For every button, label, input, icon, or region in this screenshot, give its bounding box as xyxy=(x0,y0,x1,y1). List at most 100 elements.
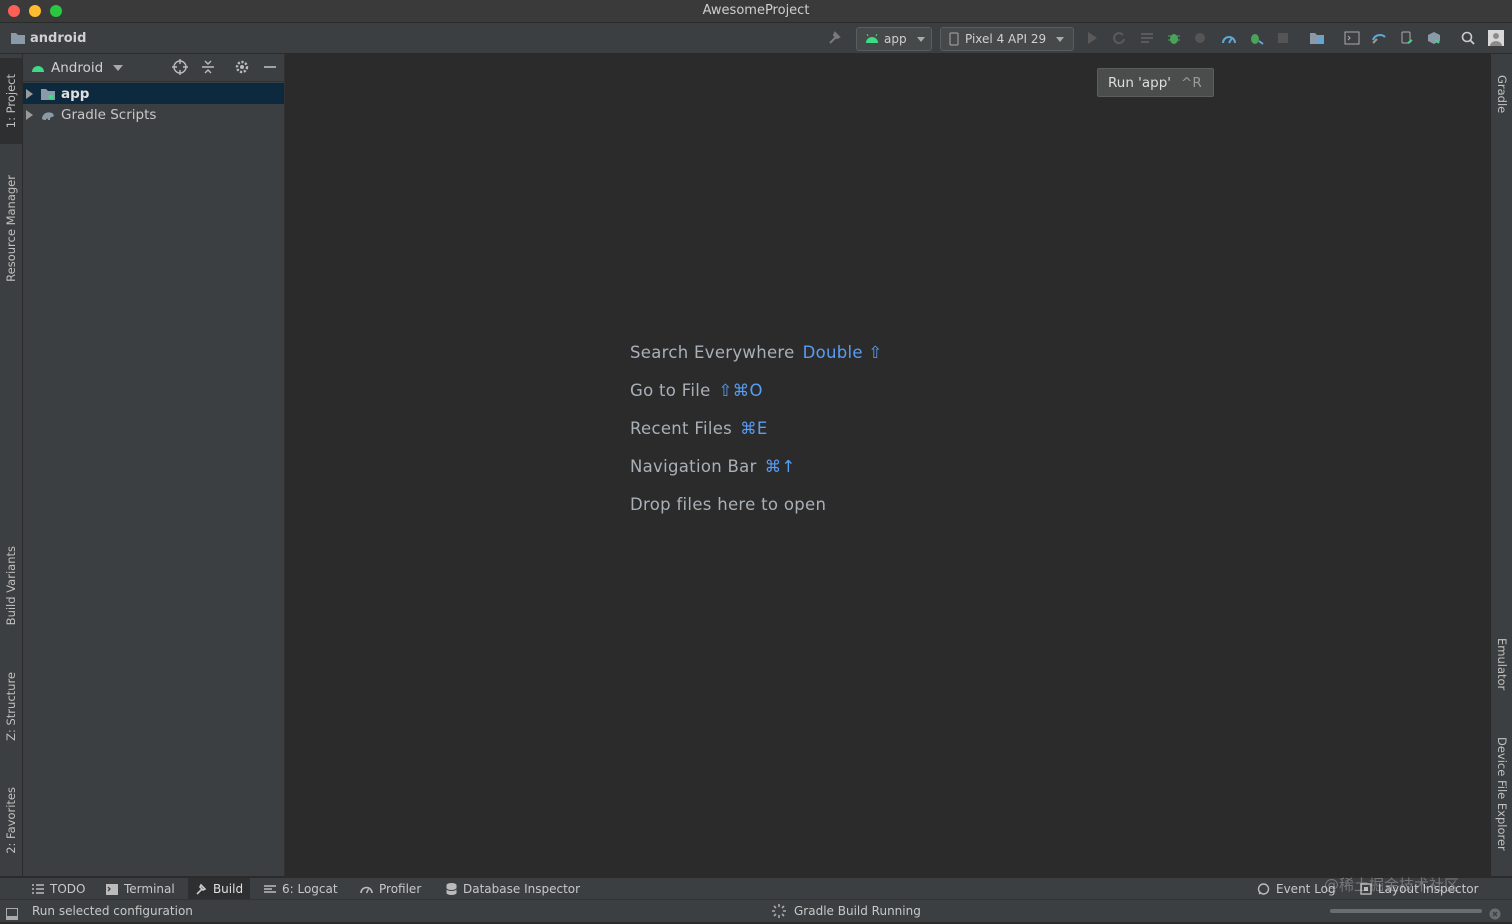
tab-logcat-label: 6: Logcat xyxy=(282,882,338,896)
gear-icon[interactable] xyxy=(234,59,250,79)
tree-item-label: app xyxy=(61,85,90,102)
hide-panel-icon[interactable] xyxy=(262,59,278,79)
hammer-icon[interactable] xyxy=(826,30,844,46)
hint-text: Recent Files xyxy=(630,419,733,438)
project-panel-header: Android xyxy=(23,54,284,82)
list-icon xyxy=(32,884,44,894)
hint-text: Search Everywhere xyxy=(630,343,795,362)
spinner-icon xyxy=(772,904,786,918)
tab-database-inspector-label: Database Inspector xyxy=(463,882,581,896)
tab-device-file-explorer[interactable]: Device File Explorer xyxy=(1491,724,1512,864)
gauge-icon xyxy=(360,886,373,894)
user-avatar-icon[interactable] xyxy=(1487,30,1505,46)
cancel-process-icon[interactable] xyxy=(1489,905,1501,924)
sdk-manager-icon[interactable] xyxy=(1425,30,1443,46)
expand-arrow-icon[interactable] xyxy=(26,88,33,99)
tab-build[interactable]: Build xyxy=(188,878,250,900)
tab-emulator-label: Emulator xyxy=(1495,637,1509,691)
hint-shortcut: ⌘E xyxy=(740,419,768,438)
locate-file-icon[interactable] xyxy=(172,59,188,79)
attach-debugger-icon[interactable] xyxy=(1247,30,1265,46)
run-config-dropdown[interactable]: app xyxy=(856,27,932,51)
hint-shortcut: ⇧⌘O xyxy=(718,381,763,400)
search-icon[interactable] xyxy=(1459,30,1477,46)
toggle-tool-windows-icon[interactable] xyxy=(6,905,18,924)
sync-gradle-icon[interactable] xyxy=(1370,30,1388,46)
chevron-down-icon xyxy=(113,64,124,71)
hammer-icon xyxy=(196,883,207,895)
folder-icon xyxy=(11,33,25,44)
tab-profiler-label: Profiler xyxy=(379,882,422,896)
run-icon[interactable] xyxy=(1083,30,1101,46)
tab-device-file-explorer-label: Device File Explorer xyxy=(1495,737,1509,851)
database-icon xyxy=(446,883,457,895)
terminal-window-icon[interactable] xyxy=(1343,30,1361,46)
watermark: @稀土掘金技术社区 xyxy=(1324,876,1460,894)
tab-build-variants-label: Build Variants xyxy=(4,546,18,626)
tooltip-label: Run 'app' xyxy=(1108,74,1172,91)
hint-shortcut: ⌘↑ xyxy=(764,457,796,476)
hint-navigation-bar: Navigation Bar ⌘↑ xyxy=(630,457,796,476)
tree-item-label: Gradle Scripts xyxy=(61,106,157,123)
hint-text: Navigation Bar xyxy=(630,457,757,476)
tab-favorites-label: 2: Favorites xyxy=(4,786,18,854)
profile-icon[interactable] xyxy=(1220,30,1238,46)
gradle-icon xyxy=(42,111,54,120)
bottom-tool-bar: TODO Terminal Build 6: Logcat Profiler D… xyxy=(0,877,1512,900)
device-label: Pixel 4 API 29 xyxy=(965,32,1047,46)
tab-database-inspector[interactable]: Database Inspector xyxy=(446,878,586,900)
terminal-icon xyxy=(106,883,118,895)
project-view-label: Android xyxy=(51,59,104,76)
hint-drop-files: Drop files here to open xyxy=(630,495,826,514)
tab-emulator[interactable]: Emulator xyxy=(1491,626,1512,702)
breadcrumb[interactable]: android xyxy=(10,29,86,47)
tab-todo[interactable]: TODO xyxy=(32,878,92,900)
run-config-label: app xyxy=(884,32,907,46)
editor-empty-state[interactable]: Search Everywhere Double ⇧ Go to File ⇧⌘O … xyxy=(285,54,1489,876)
gradle-build-status[interactable]: Gradle Build Running xyxy=(772,900,921,922)
logcat-icon xyxy=(264,885,276,893)
run-tooltip: Run 'app' ^R xyxy=(1097,68,1214,97)
tab-gradle[interactable]: Gradle xyxy=(1491,64,1512,124)
tab-resource-manager[interactable]: Resource Manager xyxy=(0,158,22,298)
tab-favorites[interactable]: 2: Favorites xyxy=(0,770,22,870)
gradle-build-status-label: Gradle Build Running xyxy=(794,904,921,918)
module-folder-icon xyxy=(41,88,55,100)
tab-gradle-label: Gradle xyxy=(1495,74,1509,114)
build-progress-bar xyxy=(1330,909,1482,913)
tab-structure[interactable]: Z: Structure xyxy=(0,658,22,754)
expand-arrow-icon[interactable] xyxy=(26,109,33,120)
project-view-dropdown[interactable]: Android xyxy=(31,58,124,77)
tooltip-shortcut: ^R xyxy=(1181,74,1202,91)
main-toolbar: android app Pixel 4 API 29 xyxy=(0,23,1512,54)
tab-terminal-label: Terminal xyxy=(124,882,175,896)
android-icon xyxy=(32,65,44,72)
speech-bubble-icon xyxy=(1257,883,1270,895)
hint-search-everywhere: Search Everywhere Double ⇧ xyxy=(630,343,883,362)
rerun-icon[interactable] xyxy=(1110,30,1128,46)
android-icon xyxy=(866,34,878,43)
device-dropdown[interactable]: Pixel 4 API 29 xyxy=(940,27,1074,51)
tree-item-gradle-scripts[interactable]: Gradle Scripts xyxy=(23,104,284,125)
project-structure-icon[interactable] xyxy=(1308,30,1326,46)
tab-logcat[interactable]: 6: Logcat xyxy=(264,878,346,900)
stop-icon[interactable] xyxy=(1274,30,1292,46)
apply-changes-icon[interactable] xyxy=(1138,30,1156,46)
collapse-all-icon[interactable] xyxy=(200,59,216,79)
avd-manager-icon[interactable] xyxy=(1398,30,1416,46)
project-panel: Android app Gradle Scripts xyxy=(23,54,285,876)
tab-project-label: 1: Project xyxy=(4,73,18,129)
breadcrumb-label: android xyxy=(30,30,87,46)
tab-profiler[interactable]: Profiler xyxy=(360,878,428,900)
coverage-icon[interactable] xyxy=(1192,30,1210,46)
debug-icon[interactable] xyxy=(1165,30,1183,46)
tab-terminal[interactable]: Terminal xyxy=(106,878,180,900)
hint-go-to-file: Go to File ⇧⌘O xyxy=(630,381,763,400)
status-message: Run selected configuration xyxy=(32,904,193,918)
tree-item-app[interactable]: app xyxy=(23,83,284,104)
tab-todo-label: TODO xyxy=(50,882,86,896)
tab-build-variants[interactable]: Build Variants xyxy=(0,534,22,638)
hint-text: Drop files here to open xyxy=(630,495,827,514)
tab-project[interactable]: 1: Project xyxy=(0,58,22,144)
title-bar: AwesomeProject xyxy=(0,0,1512,23)
